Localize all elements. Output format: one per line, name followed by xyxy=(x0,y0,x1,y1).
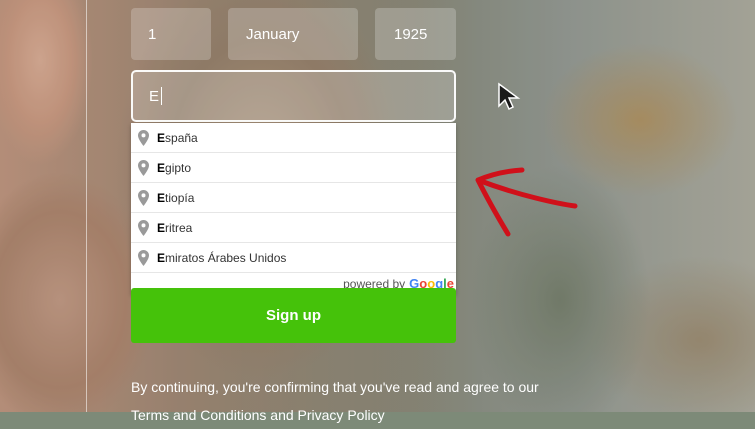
mouse-pointer-icon xyxy=(498,82,521,111)
red-arrow-annotation xyxy=(475,167,578,237)
